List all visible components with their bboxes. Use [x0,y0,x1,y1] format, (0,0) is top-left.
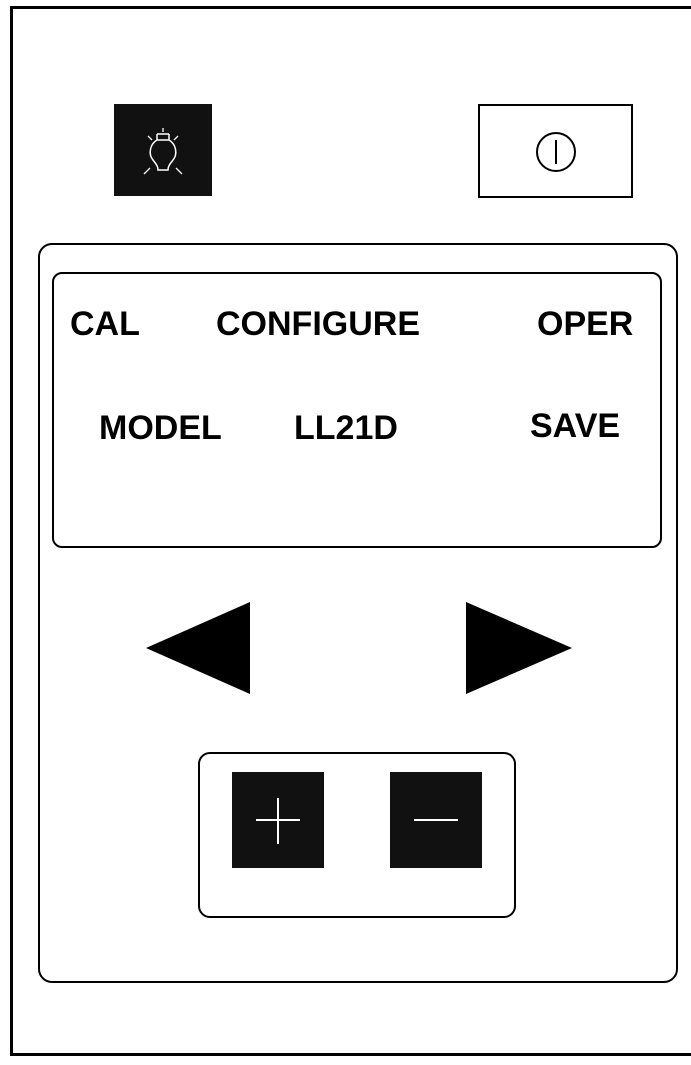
power-icon [536,132,576,172]
display-oper-label: OPER [537,305,634,343]
right-arrow-icon [466,602,572,694]
display-model-value: LL21D [294,409,398,447]
left-arrow-button[interactable] [142,598,254,698]
display-cal-label: CAL [70,305,140,343]
backlight-button[interactable] [114,104,212,196]
plus-button[interactable] [232,772,324,868]
left-arrow-icon [146,602,250,694]
power-button[interactable] [478,104,633,198]
right-arrow-button[interactable] [462,598,576,698]
plus-icon [256,798,300,844]
display-configure-label: CONFIGURE [216,305,420,343]
display-model-label: MODEL [99,409,222,447]
minus-icon [414,819,458,821]
display-save-label: SAVE [530,407,621,445]
light-bulb-icon [143,128,183,175]
minus-button[interactable] [390,772,482,868]
